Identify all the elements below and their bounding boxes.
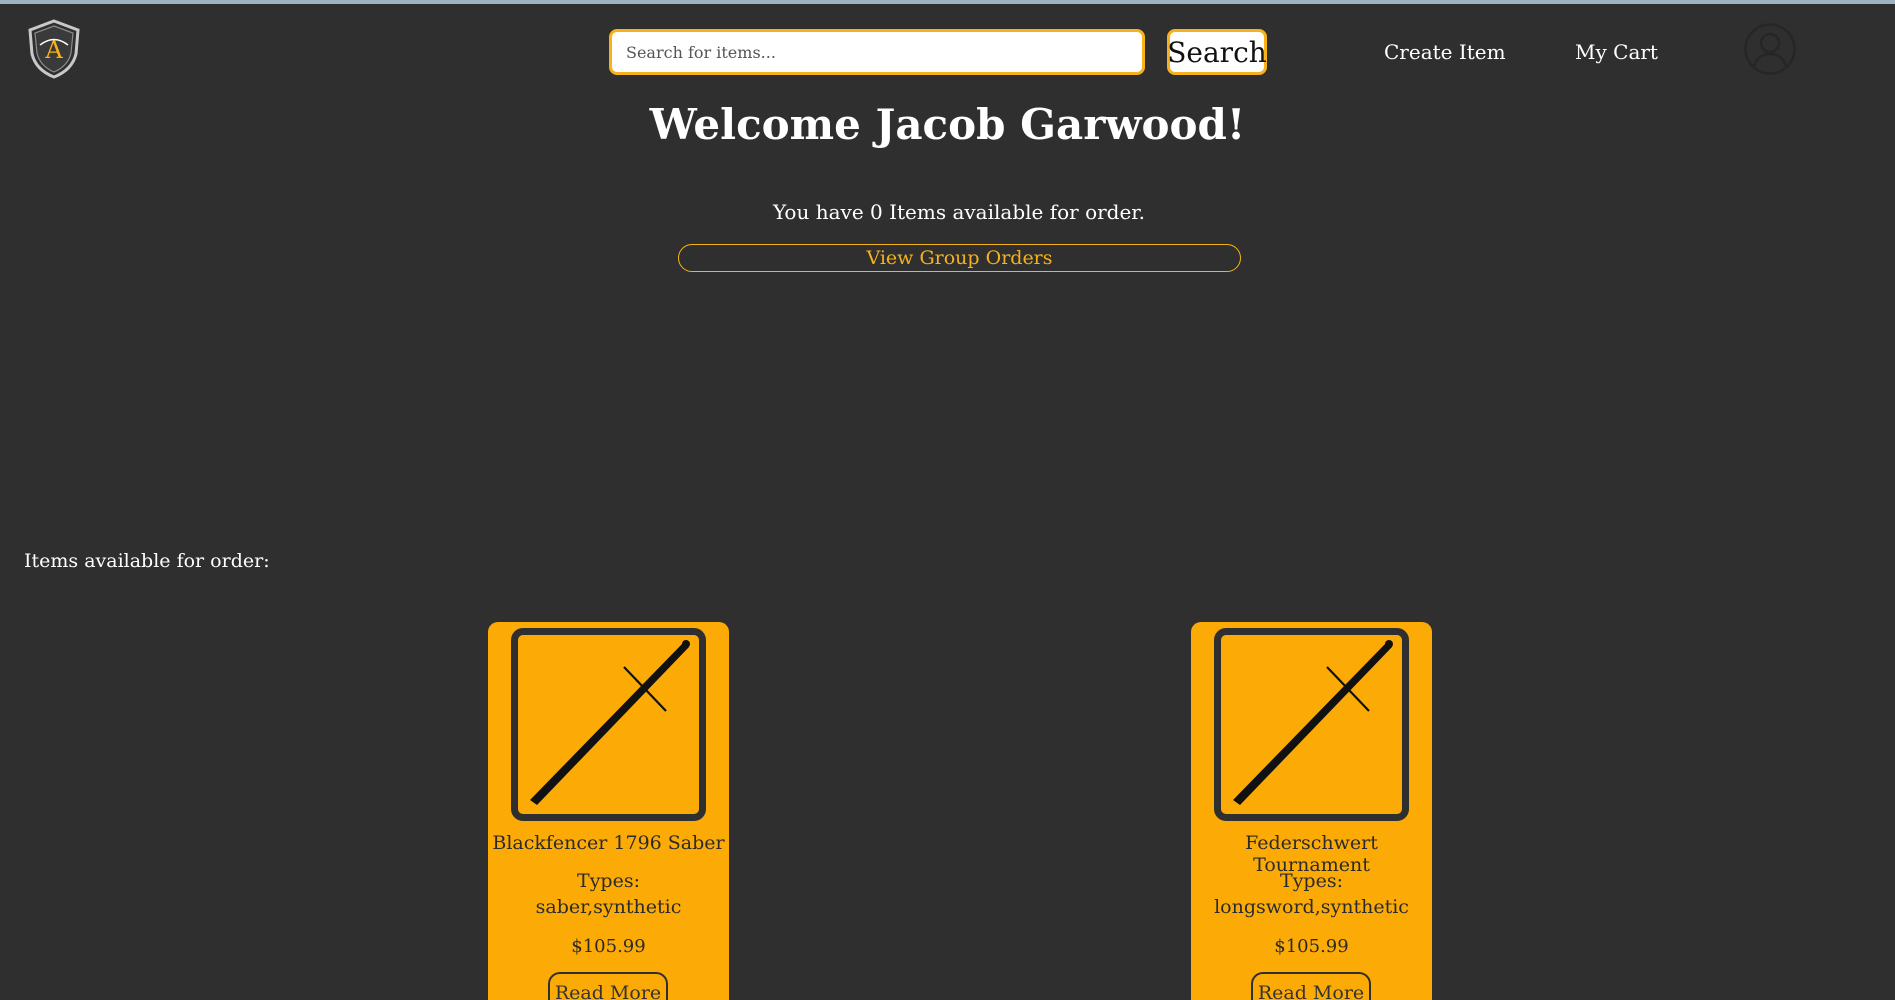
search-button[interactable]: Search xyxy=(1167,29,1267,75)
item-types-label: Types: xyxy=(1280,870,1343,892)
user-avatar-icon[interactable] xyxy=(1744,23,1796,75)
sword-icon[interactable] xyxy=(1214,628,1409,821)
sword-icon[interactable] xyxy=(511,628,706,821)
item-types: longsword,synthetic xyxy=(1214,896,1409,918)
item-card: Blackfencer 1796 Saber Types: saber,synt… xyxy=(488,622,729,1000)
nav-create-item-link[interactable]: Create Item xyxy=(1384,40,1506,64)
nav-my-cart-link[interactable]: My Cart xyxy=(1575,40,1658,64)
read-more-button[interactable]: Read More xyxy=(548,972,668,1000)
item-name: Blackfencer 1796 Saber xyxy=(492,832,725,854)
item-card: Federschwert Tournament Types: longsword… xyxy=(1191,622,1432,1000)
window-top-border xyxy=(0,0,1895,4)
items-section-label: Items available for order: xyxy=(24,550,270,572)
welcome-heading: Welcome Jacob Garwood! xyxy=(649,100,1246,149)
item-types: saber,synthetic xyxy=(535,896,682,918)
logo-shield-icon[interactable]: A xyxy=(26,18,82,80)
read-more-button[interactable]: Read More xyxy=(1251,972,1371,1000)
item-price: $105.99 xyxy=(571,936,646,957)
search-input[interactable] xyxy=(609,29,1145,75)
item-types-label: Types: xyxy=(577,870,640,892)
items-available-text: You have 0 Items available for order. xyxy=(772,200,1146,224)
item-price: $105.99 xyxy=(1274,936,1349,957)
view-group-orders-button[interactable]: View Group Orders xyxy=(678,244,1241,272)
